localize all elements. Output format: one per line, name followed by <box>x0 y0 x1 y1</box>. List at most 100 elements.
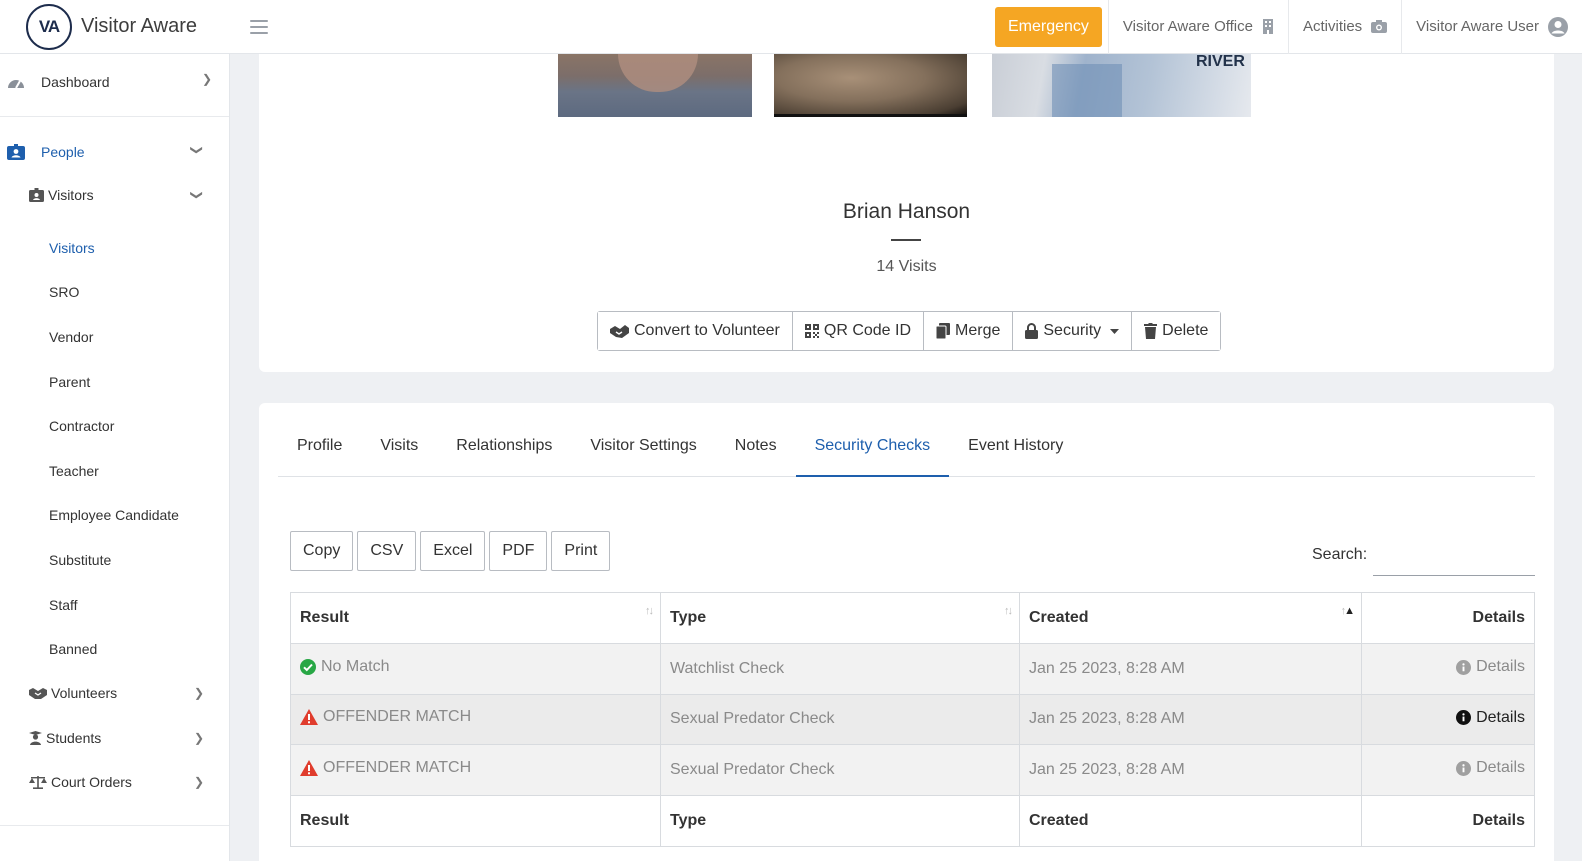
sidebar-item-banned[interactable]: Banned <box>49 641 97 657</box>
convert-label: Convert to Volunteer <box>634 322 780 339</box>
tab-profile[interactable]: Profile <box>278 425 361 477</box>
sidebar: Dashboard ❯ People ❯ Visitors ❯ Visitors… <box>0 54 230 861</box>
sidebar-item-sro[interactable]: SRO <box>49 284 79 300</box>
pdf-button[interactable]: PDF <box>489 531 548 571</box>
id-photo[interactable] <box>774 54 967 117</box>
details-link[interactable]: Details <box>1456 759 1525 777</box>
sidebar-item-substitute[interactable]: Substitute <box>49 552 111 568</box>
warning-triangle-icon <box>300 709 318 726</box>
delete-label: Delete <box>1162 322 1209 339</box>
column-header-type[interactable]: Type ↑↓ <box>660 592 1020 644</box>
scale-balance-icon <box>29 776 47 789</box>
details-link[interactable]: Details <box>1456 658 1525 676</box>
qr-code-icon <box>804 324 819 338</box>
sidebar-item-teacher[interactable]: Teacher <box>49 463 99 479</box>
tab-notes[interactable]: Notes <box>716 425 796 477</box>
chevron-right-icon: ❯ <box>194 731 205 745</box>
table-row: No Match Watchlist Check Jan 25 2023, 8:… <box>290 643 1535 695</box>
sidebar-item-people[interactable]: People ❯ <box>7 144 217 160</box>
tab-relationships[interactable]: Relationships <box>437 425 571 477</box>
handshake-icon <box>29 688 47 699</box>
visitor-badge-icon <box>29 188 44 202</box>
brand[interactable]: VA Visitor Aware <box>0 0 230 54</box>
table-row: OFFENDER MATCH Sexual Predator Check Jan… <box>290 744 1535 796</box>
camera-icon <box>1371 20 1388 33</box>
sidebar-label-people: People <box>41 144 85 160</box>
office-selector[interactable]: Visitor Aware Office <box>1107 0 1288 54</box>
sidebar-item-employee-candidate[interactable]: Employee Candidate <box>49 507 179 523</box>
tab-event-history[interactable]: Event History <box>949 425 1082 477</box>
merge-label: Merge <box>955 322 1001 339</box>
column-header-created[interactable]: Created ↑▲ <box>1019 592 1362 644</box>
details-cell: Details <box>1361 693 1535 745</box>
security-dropdown-button[interactable]: Security <box>1012 312 1132 350</box>
info-circle-icon <box>1456 710 1472 725</box>
details-cell: Details <box>1361 744 1535 796</box>
result-cell: OFFENDER MATCH <box>290 693 661 745</box>
user-label: Visitor Aware User <box>1416 18 1539 35</box>
sidebar-item-students[interactable]: Students ❯ <box>29 730 219 746</box>
info-circle-icon <box>1456 760 1472 776</box>
id-card-photo[interactable]: RIVER <box>992 53 1251 117</box>
sidebar-label-visitors-group: Visitors <box>48 187 94 203</box>
copy-button[interactable]: Copy <box>290 531 354 571</box>
tab-visitor-settings[interactable]: Visitor Settings <box>571 425 715 477</box>
created-cell: Jan 25 2023, 8:28 AM <box>1019 643 1362 695</box>
sidebar-item-volunteers[interactable]: Volunteers ❯ <box>29 685 219 701</box>
column-header-result[interactable]: Result ↑↓ <box>290 592 661 644</box>
details-cell: Details <box>1361 643 1535 695</box>
activities-link[interactable]: Activities <box>1287 0 1401 54</box>
visitor-photo[interactable] <box>558 54 752 117</box>
excel-button[interactable]: Excel <box>420 531 486 571</box>
delete-button[interactable]: Delete <box>1131 312 1221 350</box>
info-circle-icon <box>1456 659 1472 675</box>
details-link[interactable]: Details <box>1456 709 1525 727</box>
sidebar-item-staff[interactable]: Staff <box>49 597 78 613</box>
chevron-right-icon: ❯ <box>194 775 205 789</box>
id-card-text: RIVER <box>1196 53 1245 70</box>
sidebar-item-visitors[interactable]: Visitors <box>49 240 95 256</box>
details-label: Details <box>1476 708 1525 726</box>
search-input[interactable] <box>1373 538 1535 576</box>
csv-button[interactable]: CSV <box>357 531 417 571</box>
created-cell: Jan 25 2023, 8:28 AM <box>1019 693 1362 745</box>
activities-label: Activities <box>1302 18 1363 35</box>
tab-visits[interactable]: Visits <box>361 425 437 477</box>
sidebar-item-parent[interactable]: Parent <box>49 374 90 390</box>
building-icon <box>1262 19 1274 34</box>
sidebar-item-visitors-group[interactable]: Visitors ❯ <box>29 187 219 203</box>
type-cell: Sexual Predator Check <box>660 693 1020 745</box>
sidebar-item-dashboard[interactable]: Dashboard ❯ <box>7 72 217 90</box>
tab-security-checks[interactable]: Security Checks <box>795 425 950 477</box>
name-divider <box>891 239 921 241</box>
merge-button[interactable]: Merge <box>923 312 1013 350</box>
user-avatar-icon <box>1548 16 1568 37</box>
footer-created: Created <box>1019 794 1362 847</box>
check-circle-icon <box>300 658 316 675</box>
chevron-right-icon: ❯ <box>202 72 213 86</box>
sidebar-item-vendor[interactable]: Vendor <box>49 329 93 345</box>
menu-toggle-icon[interactable] <box>250 19 268 34</box>
column-header-details: Details <box>1361 592 1535 644</box>
footer-type: Type <box>660 794 1020 847</box>
footer-result: Result <box>290 794 661 847</box>
export-buttons: Copy CSV Excel PDF Print <box>290 531 611 571</box>
footer-details: Details <box>1361 794 1535 847</box>
sidebar-item-contractor[interactable]: Contractor <box>49 418 114 434</box>
security-checks-table: Result ↑↓ Type ↑↓ Created ↑▲ Details No … <box>290 592 1535 847</box>
brand-logo: VA <box>26 3 72 50</box>
user-menu[interactable]: Visitor Aware User <box>1401 0 1582 54</box>
top-bar: VA Visitor Aware Emergency Visitor Aware… <box>0 0 1582 54</box>
convert-to-volunteer-button[interactable]: Convert to Volunteer <box>598 312 792 350</box>
sort-ascending-icon: ↑▲ <box>1340 605 1355 617</box>
emergency-button[interactable]: Emergency <box>994 6 1102 47</box>
table-row: OFFENDER MATCH Sexual Predator Check Jan… <box>290 693 1535 745</box>
dashboard-gauge-icon <box>8 80 24 89</box>
header-label: Result <box>300 609 349 626</box>
office-label: Visitor Aware Office <box>1122 18 1253 35</box>
created-cell: Jan 25 2023, 8:28 AM <box>1019 744 1362 796</box>
print-button[interactable]: Print <box>551 531 611 571</box>
chevron-down-icon: ❯ <box>190 189 205 201</box>
sidebar-item-court-orders[interactable]: Court Orders ❯ <box>29 774 219 790</box>
qr-code-id-button[interactable]: QR Code ID <box>791 312 924 350</box>
